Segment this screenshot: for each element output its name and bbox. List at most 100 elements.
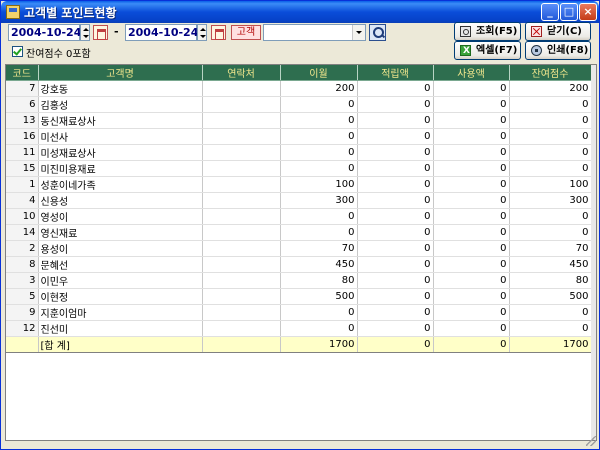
table-cell-code[interactable]: 2 <box>6 240 39 257</box>
table-cell-contact[interactable] <box>202 272 281 289</box>
table-cell-name[interactable]: 미선사 <box>38 128 203 145</box>
column-header-contact[interactable]: 연락처 <box>202 65 281 81</box>
table-cell-balance[interactable]: 0 <box>509 128 592 145</box>
table-cell-balance[interactable]: 0 <box>509 96 592 113</box>
vertical-scrollbar[interactable] <box>591 65 596 440</box>
table-cell-carryover[interactable]: 0 <box>280 112 358 129</box>
table-cell-code[interactable]: 7 <box>6 80 39 97</box>
table-cell-carryover[interactable]: 100 <box>280 176 358 193</box>
table-cell-used[interactable]: 0 <box>433 240 510 257</box>
table-cell-balance[interactable]: 0 <box>509 160 592 177</box>
table-cell-earned[interactable]: 0 <box>357 224 434 241</box>
table-cell-earned[interactable]: 0 <box>357 160 434 177</box>
table-cell-code[interactable]: 15 <box>6 160 39 177</box>
table-cell-code[interactable]: 13 <box>6 112 39 129</box>
table-cell-used[interactable]: 0 <box>433 304 510 321</box>
table-cell-name[interactable]: 진선미 <box>38 320 203 337</box>
table-cell-carryover[interactable]: 0 <box>280 304 358 321</box>
table-row[interactable]: 15 미진미용재료 0 0 0 0 <box>6 160 592 177</box>
table-cell-name[interactable]: 영신재료 <box>38 224 203 241</box>
table-cell-balance[interactable]: 0 <box>509 112 592 129</box>
table-cell-carryover[interactable]: 0 <box>280 224 358 241</box>
date-from-calendar-icon[interactable] <box>93 25 108 40</box>
table-cell-earned[interactable]: 0 <box>357 192 434 209</box>
table-row[interactable]: 7 강호동 200 0 0 200 <box>6 80 592 97</box>
table-cell-contact[interactable] <box>202 288 281 305</box>
table-cell-carryover[interactable]: 0 <box>280 320 358 337</box>
table-cell-contact[interactable] <box>202 192 281 209</box>
excel-button[interactable]: 엑셀(F7) <box>454 41 521 60</box>
table-cell-code[interactable]: 10 <box>6 208 39 225</box>
table-cell-balance[interactable]: 70 <box>509 240 592 257</box>
close-window-button[interactable]: × <box>579 3 597 21</box>
table-cell-balance[interactable]: 0 <box>509 144 592 161</box>
table-row[interactable]: 5 이현정 500 0 0 500 <box>6 288 592 305</box>
table-cell-used[interactable]: 0 <box>433 192 510 209</box>
table-cell-name[interactable]: 미성재료상사 <box>38 144 203 161</box>
table-row[interactable]: 1 성훈이네가족 100 0 0 100 <box>6 176 592 193</box>
table-cell-code[interactable]: 16 <box>6 128 39 145</box>
date-from-spinner[interactable] <box>80 24 90 41</box>
table-cell-balance[interactable]: 450 <box>509 256 592 273</box>
table-cell-used[interactable]: 0 <box>433 112 510 129</box>
table-cell-carryover[interactable]: 0 <box>280 144 358 161</box>
table-cell-contact[interactable] <box>202 320 281 337</box>
table-cell-name[interactable]: 강호동 <box>38 80 203 97</box>
table-cell-name[interactable]: 동신재료상사 <box>38 112 203 129</box>
table-cell-carryover[interactable]: 0 <box>280 96 358 113</box>
table-cell-carryover[interactable]: 80 <box>280 272 358 289</box>
table-row[interactable]: 10 영성이 0 0 0 0 <box>6 208 592 225</box>
table-cell-name[interactable]: 영성이 <box>38 208 203 225</box>
table-row[interactable]: 16 미선사 0 0 0 0 <box>6 128 592 145</box>
table-cell-carryover[interactable]: 300 <box>280 192 358 209</box>
inquiry-button[interactable]: 조회(F5) <box>454 22 521 41</box>
table-cell-contact[interactable] <box>202 160 281 177</box>
table-cell-balance[interactable]: 0 <box>509 304 592 321</box>
table-cell-used[interactable]: 0 <box>433 160 510 177</box>
table-cell-code[interactable]: 4 <box>6 192 39 209</box>
table-row[interactable]: 2 용성이 70 0 0 70 <box>6 240 592 257</box>
table-cell-contact[interactable] <box>202 176 281 193</box>
table-cell-code[interactable]: 6 <box>6 96 39 113</box>
table-cell-code[interactable]: 12 <box>6 320 39 337</box>
date-to-spinner[interactable] <box>197 24 207 41</box>
column-header-carryover[interactable]: 이월 <box>280 65 358 81</box>
table-cell-name[interactable]: 지훈이엄마 <box>38 304 203 321</box>
column-header-earned[interactable]: 적립액 <box>357 65 434 81</box>
column-header-name[interactable]: 고객명 <box>38 65 203 81</box>
table-cell-balance[interactable]: 300 <box>509 192 592 209</box>
table-cell-used[interactable]: 0 <box>433 128 510 145</box>
table-cell-code[interactable]: 11 <box>6 144 39 161</box>
table-cell-carryover[interactable]: 0 <box>280 208 358 225</box>
table-cell-balance[interactable]: 200 <box>509 80 592 97</box>
table-cell-contact[interactable] <box>202 96 281 113</box>
resize-grip-icon[interactable] <box>586 436 596 446</box>
customer-combo[interactable] <box>263 24 366 41</box>
table-cell-used[interactable]: 0 <box>433 144 510 161</box>
table-cell-balance[interactable]: 80 <box>509 272 592 289</box>
title-bar[interactable]: 고객별 포인트현황 _ □ × <box>1 1 599 23</box>
table-cell-name[interactable]: 신용성 <box>38 192 203 209</box>
table-cell-name[interactable]: 이민우 <box>38 272 203 289</box>
table-cell-earned[interactable]: 0 <box>357 176 434 193</box>
table-cell-earned[interactable]: 0 <box>357 240 434 257</box>
table-cell-name[interactable]: 미진미용재료 <box>38 160 203 177</box>
table-cell-contact[interactable] <box>202 112 281 129</box>
table-cell-contact[interactable] <box>202 80 281 97</box>
table-cell-name[interactable]: 성훈이네가족 <box>38 176 203 193</box>
table-cell-used[interactable]: 0 <box>433 224 510 241</box>
include-zero-checkbox[interactable] <box>12 46 23 57</box>
table-cell-balance[interactable]: 500 <box>509 288 592 305</box>
table-cell-name[interactable]: 용성이 <box>38 240 203 257</box>
table-cell-used[interactable]: 0 <box>433 256 510 273</box>
table-cell-earned[interactable]: 0 <box>357 80 434 97</box>
column-header-code[interactable]: 코드 <box>6 65 39 81</box>
table-cell-earned[interactable]: 0 <box>357 288 434 305</box>
maximize-button[interactable]: □ <box>560 3 578 21</box>
table-cell-earned[interactable]: 0 <box>357 128 434 145</box>
table-row[interactable]: 13 동신재료상사 0 0 0 0 <box>6 112 592 129</box>
table-cell-contact[interactable] <box>202 256 281 273</box>
table-cell-balance[interactable]: 0 <box>509 320 592 337</box>
column-header-balance[interactable]: 잔여점수 <box>509 65 592 81</box>
table-cell-earned[interactable]: 0 <box>357 112 434 129</box>
